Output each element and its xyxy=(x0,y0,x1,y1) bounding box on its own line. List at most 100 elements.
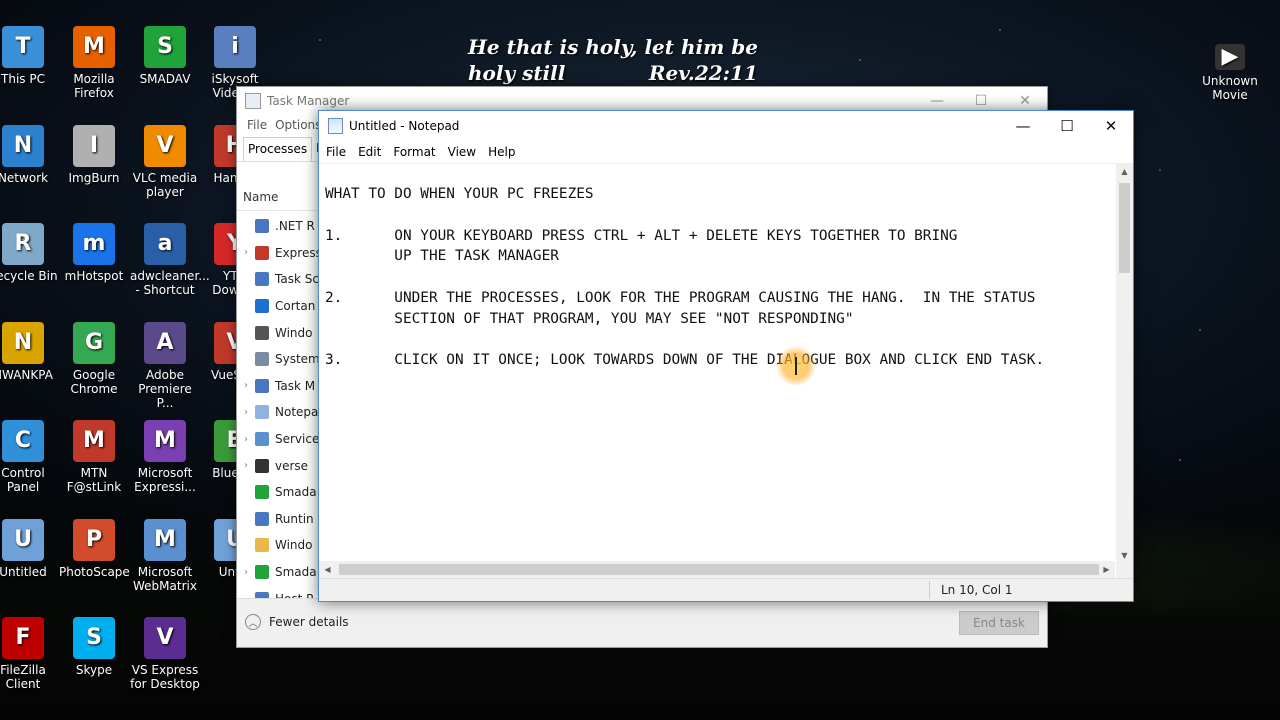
process-icon xyxy=(255,219,269,234)
vertical-scrollbar[interactable]: ▲ ▼ xyxy=(1116,163,1133,563)
desktop-icon-filezilla[interactable]: F FileZilla Client xyxy=(0,617,58,691)
text-line: 1. ON YOUR KEYBOARD PRESS CTRL + ALT + D… xyxy=(325,227,958,244)
minimize-button[interactable]: — xyxy=(1001,111,1045,141)
scroll-left-icon[interactable]: ◀ xyxy=(319,561,336,578)
process-name: Smada xyxy=(275,485,317,500)
desktop-icon-label: Control Panel xyxy=(1,466,45,494)
close-button[interactable]: ✕ xyxy=(1089,111,1133,141)
desktop-icon-label: Unknown Movie xyxy=(1202,74,1258,102)
process-icon xyxy=(255,405,269,420)
menu-help[interactable]: Help xyxy=(483,141,522,163)
end-task-button[interactable]: End task xyxy=(959,611,1039,635)
desktop-icon-label: FileZilla Client xyxy=(0,663,46,691)
desktop-icon-control-panel[interactable]: C Control Panel xyxy=(0,420,58,494)
menu-file[interactable]: File xyxy=(321,141,353,163)
process-name: System xyxy=(275,352,320,367)
text-line: WHAT TO DO WHEN YOUR PC FREEZES xyxy=(325,186,594,202)
desktop-icon-imgburn[interactable]: I ImgBurn xyxy=(59,124,129,185)
photoscape-icon: P xyxy=(73,518,115,561)
menu-edit[interactable]: Edit xyxy=(353,141,388,163)
process-name: Cortan xyxy=(275,299,316,314)
chevron-right-icon[interactable]: › xyxy=(237,460,255,471)
menu-view[interactable]: View xyxy=(443,141,483,163)
desktop-icon-photoscape[interactable]: P PhotoScape xyxy=(59,518,130,579)
fewer-details-button[interactable]: ︿ Fewer details xyxy=(245,614,349,630)
chevron-right-icon[interactable]: › xyxy=(237,567,255,578)
scroll-right-icon[interactable]: ▶ xyxy=(1098,561,1115,578)
process-name: Service xyxy=(275,432,320,447)
cursor-position: Ln 10, Col 1 xyxy=(941,583,1013,597)
text-line xyxy=(325,267,1115,288)
visual-studio-icon: V xyxy=(144,617,186,659)
text-line xyxy=(325,330,1115,351)
desktop-icon-firefox[interactable]: M Mozilla Firefox xyxy=(59,26,129,100)
notepad-titlebar[interactable]: Untitled - Notepad — ☐ ✕ xyxy=(319,111,1133,141)
desktop-icon-label: VLC media player xyxy=(132,170,198,199)
vertical-scroll-thumb[interactable] xyxy=(1119,183,1130,273)
desktop-icon-label: MTN F@stLink xyxy=(66,466,122,494)
desktop-icon-smadav[interactable]: S SMADAV xyxy=(130,26,200,86)
scroll-up-icon[interactable]: ▲ xyxy=(1116,163,1133,179)
desktop-icon-visual-studio[interactable]: V VS Express for Desktop xyxy=(130,617,200,691)
menu-file[interactable]: File xyxy=(243,115,271,137)
chevron-right-icon[interactable]: › xyxy=(237,407,255,418)
wifi-icon: m xyxy=(73,223,115,265)
desktop-icon-unknown-movie[interactable]: ▶ Unknown Movie xyxy=(1195,44,1265,102)
desktop-icon-label: ImgBurn xyxy=(68,170,120,185)
desktop-icon-webmatrix[interactable]: M Microsoft WebMatrix xyxy=(130,518,200,593)
maximize-button[interactable]: ☐ xyxy=(1045,111,1089,141)
desktop-icon-label: Network xyxy=(0,170,49,185)
imgburn-icon: I xyxy=(73,124,115,167)
notepad-icon xyxy=(328,118,343,134)
notepad-window[interactable]: Untitled - Notepad — ☐ ✕ File Edit Forma… xyxy=(318,110,1134,602)
desktop-icon-vlc[interactable]: V VLC media player xyxy=(130,124,200,199)
process-icon xyxy=(255,511,269,526)
desktop-icon-untitled-file[interactable]: U Untitled xyxy=(0,518,58,579)
untitled-file-icon: U xyxy=(2,518,44,561)
process-name: Task Sc xyxy=(275,272,319,287)
desktop-icon-label: Microsoft Expressi... xyxy=(134,466,196,494)
network-icon: N xyxy=(2,124,44,167)
desktop-icon-network[interactable]: N Network xyxy=(0,124,58,185)
desktop-icon-adwcleaner[interactable]: a adwcleaner... - Shortcut xyxy=(130,223,210,297)
process-name: .NET R xyxy=(275,219,315,234)
process-name: verse xyxy=(275,458,309,473)
horizontal-scroll-thumb[interactable] xyxy=(339,564,1099,575)
recycle-bin-icon: R xyxy=(2,223,44,265)
notepad-text-area[interactable]: WHAT TO DO WHEN YOUR PC FREEZES 1. ON YOU… xyxy=(319,167,1115,563)
desktop-icon-chrome[interactable]: G Google Chrome xyxy=(59,321,129,396)
verse-line-2: holy still Rev.22:11 xyxy=(468,61,758,85)
desktop-icon-label: Recycle Bin xyxy=(0,269,58,283)
notepad-menubar: File Edit Format View Help xyxy=(319,141,1133,164)
vlc-icon: V xyxy=(144,124,186,167)
mtn-icon: M xyxy=(73,420,115,462)
tab-processes[interactable]: Processes xyxy=(243,137,313,161)
chevron-right-icon[interactable]: › xyxy=(237,380,255,391)
fewer-details-label: Fewer details xyxy=(269,615,349,629)
desktop-icon-wifi[interactable]: m mHotspot xyxy=(59,223,129,283)
desktop-icon-premiere[interactable]: A Adobe Premiere P... xyxy=(130,321,200,410)
desktop-icon-recycle-bin[interactable]: R Recycle Bin xyxy=(0,223,58,283)
horizontal-scrollbar[interactable]: ◀ ▶ xyxy=(319,561,1115,578)
expression-icon: M xyxy=(144,420,186,462)
smadav-icon: S xyxy=(144,26,186,68)
chevron-right-icon[interactable]: › xyxy=(237,247,255,258)
user-folder-icon: N xyxy=(2,321,44,364)
desktop-icon-user-folder[interactable]: N NWANKPA xyxy=(0,321,58,382)
menu-format[interactable]: Format xyxy=(388,141,442,163)
task-manager-icon xyxy=(245,93,261,109)
process-name: Express xyxy=(275,245,322,260)
desktop-icon-skype[interactable]: S Skype xyxy=(59,617,129,677)
desktop-icon-expression[interactable]: M Microsoft Expressi... xyxy=(130,420,200,494)
task-manager-title: Task Manager xyxy=(267,94,350,108)
process-icon xyxy=(255,245,269,260)
desktop-icon-computer[interactable]: T This PC xyxy=(0,26,58,86)
status-separator xyxy=(929,581,930,599)
process-name: Task M xyxy=(275,378,316,393)
desktop-icon-mtn[interactable]: M MTN F@stLink xyxy=(59,420,129,494)
desktop-icon-label: This PC xyxy=(1,72,45,86)
process-name: Smada xyxy=(275,565,317,580)
chevron-right-icon[interactable]: › xyxy=(237,434,255,445)
movie-file-icon: ▶ xyxy=(1215,44,1245,70)
iskysoft-icon: i xyxy=(214,26,256,68)
